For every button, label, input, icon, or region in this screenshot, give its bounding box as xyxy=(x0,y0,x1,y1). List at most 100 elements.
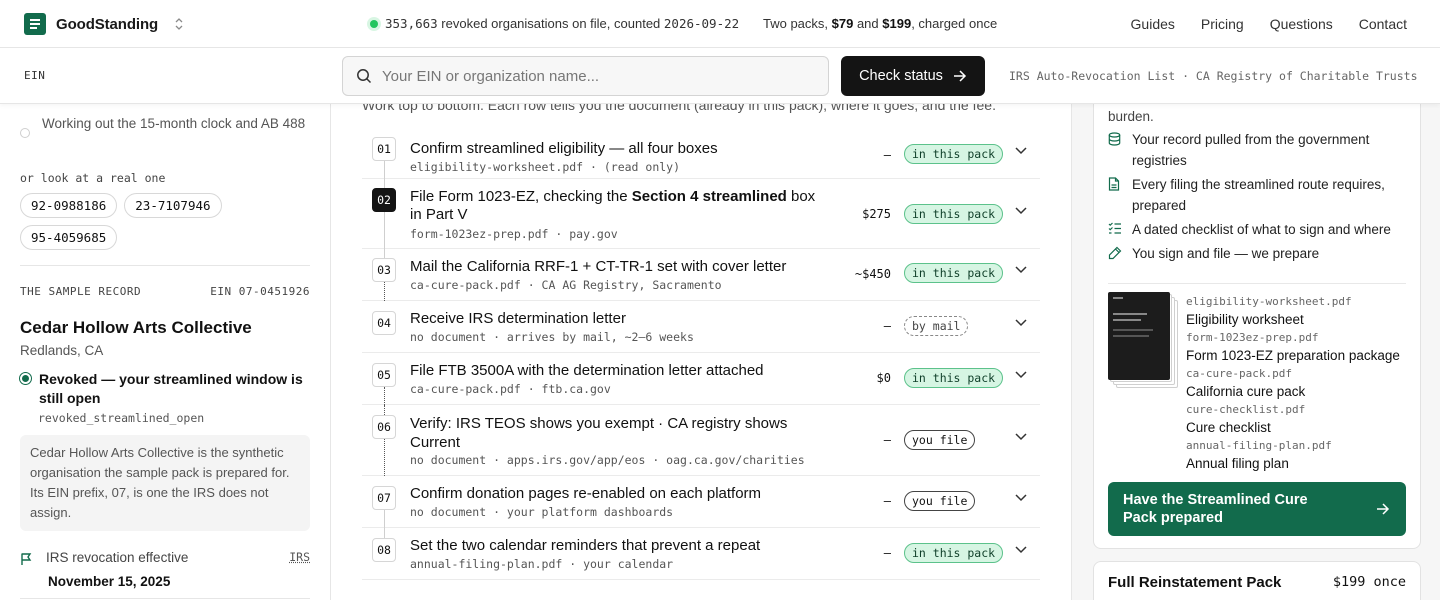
divider xyxy=(20,598,310,599)
status-badge: in this pack xyxy=(904,204,1004,224)
chevron-down-icon[interactable] xyxy=(1015,147,1027,155)
nav-contact[interactable]: Contact xyxy=(1359,16,1407,32)
chevron-down-icon[interactable] xyxy=(1015,433,1027,441)
step-number: 07 xyxy=(372,486,396,510)
timeline-line xyxy=(384,405,385,415)
step-number: 08 xyxy=(372,538,396,562)
pack-description-tail: burden. xyxy=(1108,109,1154,124)
step-row[interactable]: 04 Receive IRS determination letter no d… xyxy=(362,301,1040,353)
sample-note: Cedar Hollow Arts Collective is the synt… xyxy=(20,435,310,531)
timeline-line xyxy=(384,510,385,528)
step-fee: – xyxy=(883,546,891,560)
irs-revocation-date: November 15, 2025 xyxy=(48,574,171,589)
status-dot-icon xyxy=(20,373,31,384)
steps-panel: Work top to bottom. Each row tells you t… xyxy=(331,104,1071,600)
step-subtitle: no document · arrives by mail, ~2–6 week… xyxy=(410,330,694,344)
step-subtitle: no document · your platform dashboards xyxy=(410,505,674,519)
nav-pricing[interactable]: Pricing xyxy=(1201,16,1244,32)
status-badge: in this pack xyxy=(904,368,1004,388)
step-title-b: Section 4 streamlined xyxy=(631,188,787,205)
check-status-button[interactable]: Check status xyxy=(841,56,985,96)
prepare-pack-button[interactable]: Have the Streamlined Cure Pack prepared xyxy=(1108,482,1406,536)
search-field[interactable] xyxy=(342,56,829,96)
doc-filename: cure-checklist.pdf xyxy=(1186,403,1306,416)
step-fee: $0 xyxy=(876,371,891,385)
search-input[interactable] xyxy=(382,67,802,85)
sample-record-header: THE SAMPLE RECORD EIN 07-0451926 xyxy=(20,285,310,298)
irs-source-tag[interactable]: IRS xyxy=(289,550,310,566)
step-row[interactable]: 02 File Form 1023-EZ, checking the Secti… xyxy=(362,179,1040,249)
status-code: revoked_streamlined_open xyxy=(38,411,205,425)
status-badge: in this pack xyxy=(904,543,1004,563)
step-row[interactable]: 08 Set the two calendar reminders that p… xyxy=(362,528,1040,580)
pack-sidebar: burden. Your record pulled from the gove… xyxy=(1071,104,1440,600)
status-badge: you file xyxy=(904,491,976,511)
included-documents: eligibility-worksheet.pdf Eligibility wo… xyxy=(1186,294,1416,474)
org-location: Redlands, CA xyxy=(20,343,104,358)
step-fee: – xyxy=(883,148,891,162)
document-icon xyxy=(1108,177,1122,216)
doc-filename: form-1023ez-prep.pdf xyxy=(1186,331,1319,344)
step-subtitle: ca-cure-pack.pdf · ftb.ca.gov xyxy=(410,382,611,396)
irs-revocation-label-group: IRS revocation effective xyxy=(20,550,188,566)
live-status-icon xyxy=(370,19,378,28)
records-status: 353,663 revoked organisations on file, c… xyxy=(370,16,739,31)
brand-switcher[interactable]: GoodStanding xyxy=(24,13,184,35)
prepare-pack-label: Have the Streamlined Cure Pack prepared xyxy=(1123,492,1308,526)
ein-chip[interactable]: 95-4059685 xyxy=(20,225,118,250)
status-badge: in this pack xyxy=(904,263,1004,283)
doc-name: Eligibility worksheet xyxy=(1186,312,1304,327)
chevron-down-icon[interactable] xyxy=(1015,494,1027,502)
step-row[interactable]: 07 Confirm donation pages re-enabled on … xyxy=(362,476,1040,528)
step-number: 02 xyxy=(372,188,396,212)
divider xyxy=(1108,283,1406,284)
full-reinstatement-card[interactable]: Full Reinstatement Pack $199 once xyxy=(1093,561,1421,600)
step-row[interactable]: 05 File FTB 3500A with the determination… xyxy=(362,353,1040,405)
step-row[interactable]: 01 Confirm streamlined eligibility — all… xyxy=(362,127,1040,179)
full-pack-title: Full Reinstatement Pack xyxy=(1108,574,1282,591)
sample-record-label: THE SAMPLE RECORD xyxy=(20,285,142,298)
ein-chip[interactable]: 23-7107946 xyxy=(124,193,222,218)
doc-name: Annual filing plan xyxy=(1186,456,1289,471)
database-icon xyxy=(1108,132,1122,171)
ein-label: EIN xyxy=(24,69,46,82)
step-title: File FTB 3500A with the determination le… xyxy=(410,362,764,379)
nav-questions[interactable]: Questions xyxy=(1270,16,1333,32)
doc-filename: eligibility-worksheet.pdf xyxy=(1186,295,1352,308)
chevron-down-icon[interactable] xyxy=(1015,207,1027,215)
step-row[interactable]: 06 Verify: IRS TEOS shows you exempt · C… xyxy=(362,405,1040,476)
flag-icon xyxy=(20,552,34,566)
nav-guides[interactable]: Guides xyxy=(1131,16,1175,32)
chevron-down-icon[interactable] xyxy=(1015,266,1027,274)
working-step-label: Working out the 15-month clock and AB 48… xyxy=(42,116,306,131)
step-number: 06 xyxy=(372,415,396,439)
packs-prefix: Two packs, xyxy=(763,16,832,31)
doc-filename: ca-cure-pack.pdf xyxy=(1186,367,1292,380)
revocation-status: Revoked — your streamlined window is sti… xyxy=(20,370,310,408)
doc-name: Form 1023-EZ preparation package xyxy=(1186,348,1400,363)
step-fee: – xyxy=(883,433,891,447)
timeline-line xyxy=(384,179,385,188)
step-title: File Form 1023-EZ, checking the Section … xyxy=(410,188,830,224)
check-status-label: Check status xyxy=(859,68,943,84)
chevron-down-icon[interactable] xyxy=(1015,546,1027,554)
step-row[interactable]: 03 Mail the California RRF-1 + CT-TR-1 s… xyxy=(362,249,1040,301)
packs-and: and xyxy=(853,16,883,31)
step-subtitle: no document · apps.irs.gov/app/eos · oag… xyxy=(410,453,805,467)
step-title: Mail the California RRF-1 + CT-TR-1 set … xyxy=(410,258,787,275)
arrow-right-icon xyxy=(953,70,967,82)
ein-chip[interactable]: 92-0988186 xyxy=(20,193,118,218)
packs-suffix: , charged once xyxy=(911,16,998,31)
feature-text: You sign and file — we prepare xyxy=(1132,246,1320,261)
feature-text: Your record pulled from the government r… xyxy=(1132,132,1370,168)
step-subtitle: form-1023ez-prep.pdf · pay.gov xyxy=(410,227,618,241)
chevron-down-icon[interactable] xyxy=(1015,319,1027,327)
chevron-down-icon[interactable] xyxy=(1015,371,1027,379)
step-subtitle: ca-cure-pack.pdf · CA AG Registry, Sacra… xyxy=(410,278,722,292)
timeline-line xyxy=(384,439,385,476)
example-ein-chips: 92-0988186 23-7107946 95-4059685 xyxy=(20,193,270,250)
chevron-updown-icon[interactable] xyxy=(174,17,184,31)
step-title: Confirm donation pages re-enabled on eac… xyxy=(410,485,762,502)
steps-intro: Work top to bottom. Each row tells you t… xyxy=(362,104,996,113)
price-1: $79 xyxy=(831,16,854,31)
